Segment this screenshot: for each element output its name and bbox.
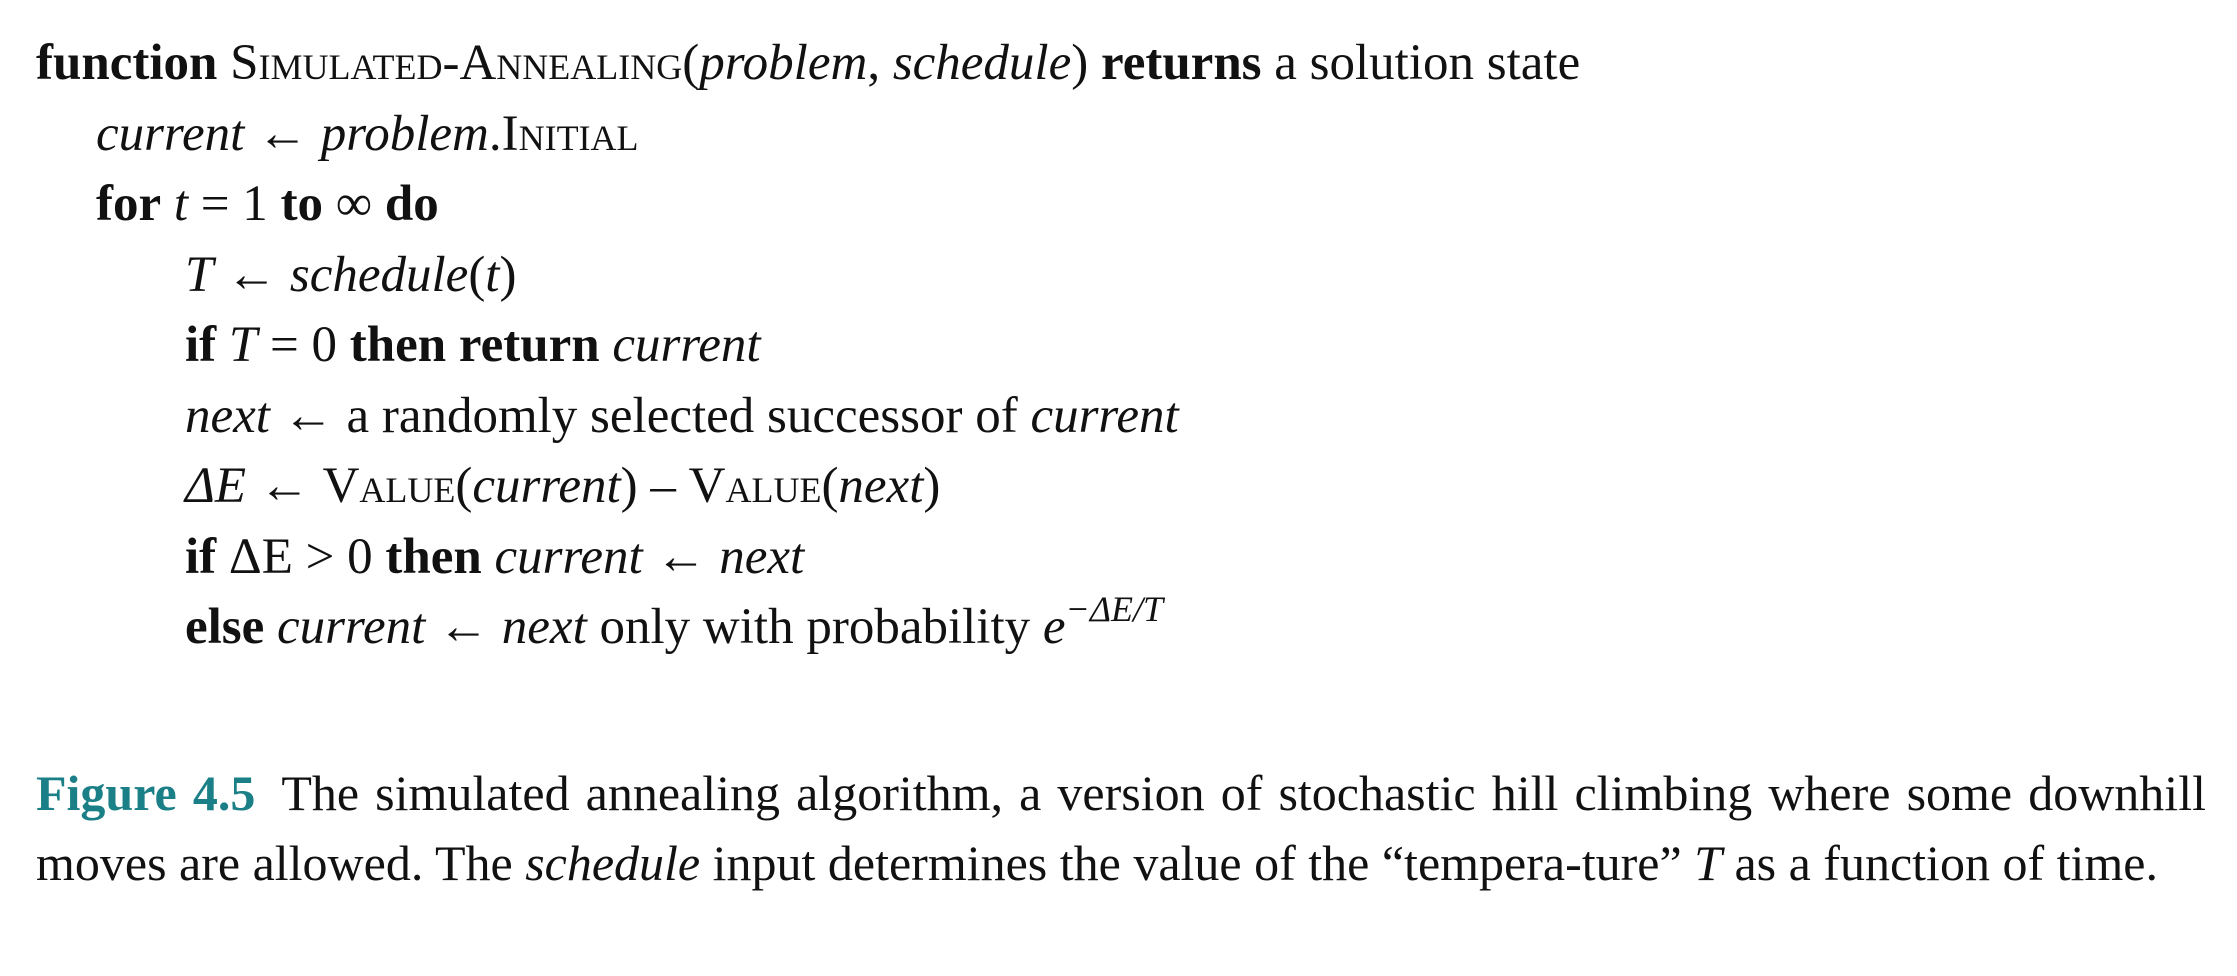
assign-arrow: ←	[244, 105, 321, 162]
return-description: a solution state	[1274, 35, 1581, 91]
fn-value: Value	[688, 458, 822, 514]
var-current: current	[612, 317, 761, 373]
algorithm-line-init: current ← problem.Initial	[36, 99, 1580, 170]
algorithm-line-delta: ΔE ← Value(current) – Value(next)	[185, 458, 941, 514]
var-T: T	[228, 317, 258, 373]
paren-close: )	[499, 246, 517, 303]
condition: ΔE > 0	[216, 528, 386, 585]
caption-text: input determines the value of the “tempe…	[700, 835, 1695, 891]
var-problem: problem	[320, 105, 489, 162]
successor-text: a randomly selected successor of	[346, 387, 1031, 444]
algorithm-line-if-return: if T = 0 then return current	[36, 310, 1580, 381]
param-close: )	[1071, 35, 1089, 91]
var-delta-e: ΔE	[185, 458, 247, 514]
paren-open: (	[468, 246, 486, 303]
var-current: current	[277, 599, 426, 655]
for-eq: = 1	[188, 176, 281, 232]
keyword-if: if	[185, 528, 217, 585]
infinity-symbol: ∞	[323, 176, 385, 232]
assign-arrow: ←	[246, 458, 323, 514]
caption-em-T: T	[1694, 835, 1722, 891]
assign-arrow: ←	[269, 387, 347, 444]
var-next: next	[719, 528, 805, 585]
keyword-for: for	[96, 176, 162, 232]
caption-text: as a function of time.	[1721, 835, 2158, 891]
algorithm-header-line: function Simulated-Annealing(problem, sc…	[36, 28, 1580, 99]
algorithm-line-if-accept: if ΔE > 0 then current ← next	[36, 522, 1580, 593]
keyword-function: function	[36, 35, 218, 91]
keyword-return: return	[458, 317, 600, 373]
keyword-do: do	[384, 176, 439, 232]
function-name: Simulated-Annealing(	[230, 35, 700, 91]
keyword-if: if	[185, 317, 217, 373]
param-problem: problem	[699, 35, 868, 91]
param-separator: ,	[867, 35, 893, 91]
param-schedule: schedule	[892, 35, 1072, 91]
dot: .	[488, 105, 502, 162]
field-initial: Initial	[501, 105, 639, 162]
keyword-returns: returns	[1100, 35, 1262, 91]
algorithm-line-next: next ← a randomly selected successor of …	[36, 381, 1580, 452]
fn-value: Value	[322, 458, 456, 514]
exp-superscript: −ΔE/T	[1065, 589, 1163, 629]
var-T: T	[185, 246, 214, 303]
algorithm-line-else: else current ← next only with probabilit…	[36, 589, 1580, 663]
figure-label: Figure 4.5	[36, 765, 256, 821]
caption-em-schedule: schedule	[525, 835, 701, 891]
var-t: t	[173, 176, 189, 232]
keyword-else: else	[185, 599, 265, 655]
minus-sign: ) –	[620, 458, 689, 514]
probability-text: only with probability	[586, 599, 1043, 655]
var-current: current	[494, 528, 643, 585]
keyword-then: then	[349, 317, 447, 373]
algorithm-block: function Simulated-Annealing(problem, sc…	[36, 28, 1580, 663]
exp-base: e	[1042, 599, 1066, 655]
arg-t: t	[485, 246, 500, 303]
arg-next: next	[838, 458, 924, 514]
assign-arrow: ←	[213, 246, 290, 303]
var-next: next	[501, 599, 587, 655]
condition: = 0	[257, 317, 350, 373]
figure-caption: Figure 4.5 The simulated annealing algori…	[36, 758, 2206, 898]
var-current: current	[1030, 387, 1179, 444]
algorithm-line-for: for t = 1 to ∞ do	[36, 169, 1580, 240]
algorithm-line-schedule: T ← schedule(t)	[36, 240, 1580, 311]
var-next: next	[185, 387, 270, 444]
keyword-then: then	[385, 528, 482, 585]
assign-arrow: ←	[642, 528, 720, 585]
arg-current: current	[472, 458, 621, 514]
assign-arrow: ←	[425, 599, 502, 655]
var-current: current	[96, 105, 245, 162]
keyword-to: to	[280, 176, 324, 232]
fn-schedule: schedule	[289, 246, 469, 303]
